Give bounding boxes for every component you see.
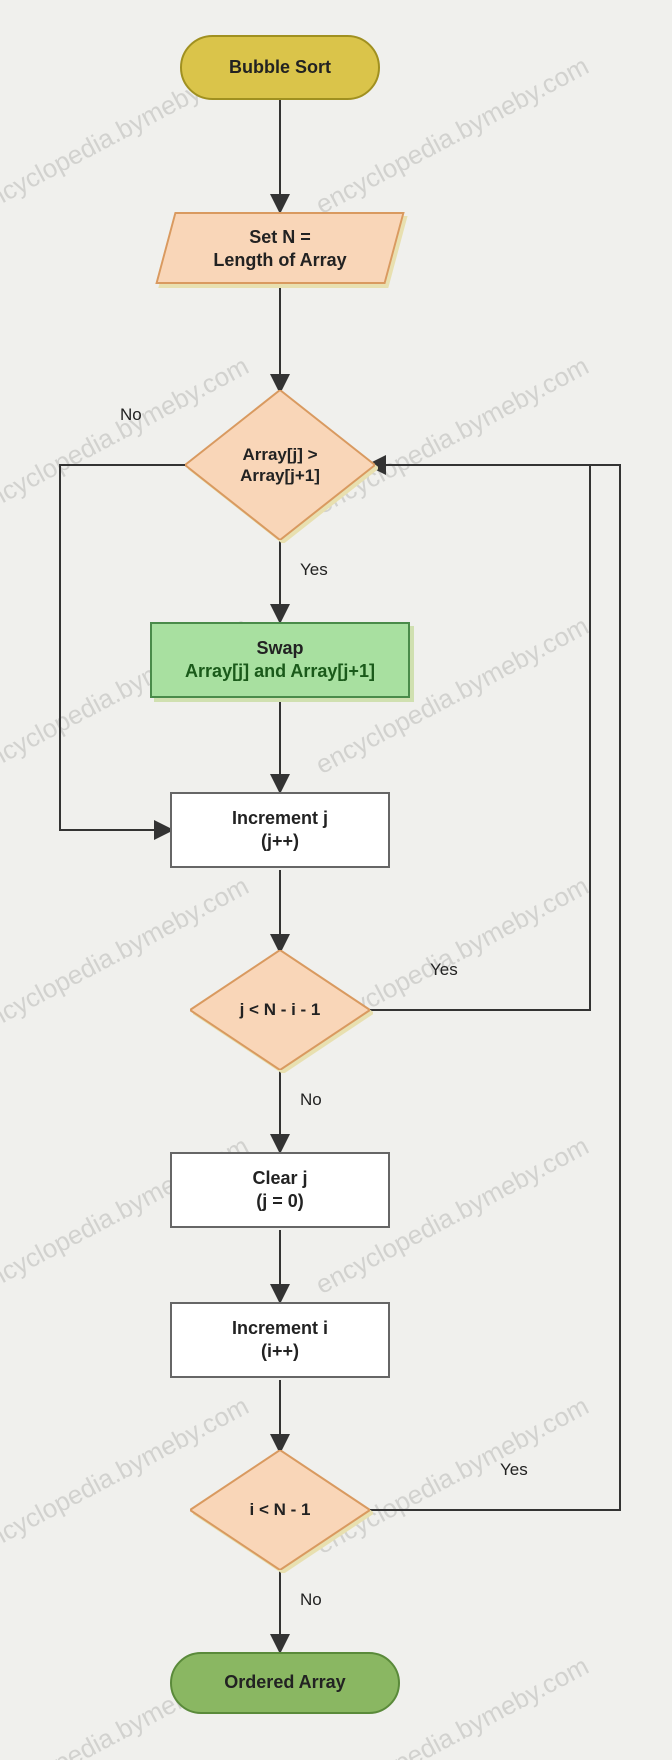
decision-compare: Array[j] > Array[j+1] — [185, 390, 375, 540]
label-jcond-no: No — [300, 1090, 322, 1110]
end-terminator: Ordered Array — [170, 1652, 400, 1714]
inci-line2: (i++) — [261, 1340, 299, 1363]
swap-line1: Swap — [256, 637, 303, 660]
label-icond-no: No — [300, 1590, 322, 1610]
setn-line2: Length of Array — [175, 249, 385, 272]
clearj-line1: Clear j — [252, 1167, 307, 1190]
icond-line1: i < N - 1 — [250, 1499, 311, 1520]
io-set-n: Set N = Length of Array — [165, 212, 395, 284]
compare-line1: Array[j] > — [242, 444, 317, 465]
incj-line1: Increment j — [232, 807, 328, 830]
setn-line1: Set N = — [175, 226, 385, 249]
inci-line1: Increment i — [232, 1317, 328, 1340]
incj-line2: (j++) — [261, 830, 299, 853]
process-increment-i: Increment i (i++) — [170, 1302, 390, 1378]
end-label: Ordered Array — [224, 1671, 345, 1694]
start-terminator: Bubble Sort — [180, 35, 380, 100]
decision-text: j < N - i - 1 — [190, 950, 370, 1070]
process-clear-j: Clear j (j = 0) — [170, 1152, 390, 1228]
decision-i-condition: i < N - 1 — [190, 1450, 370, 1570]
swap-line2: Array[j] and Array[j+1] — [185, 660, 375, 683]
label-compare-no: No — [120, 405, 142, 425]
label-compare-yes: Yes — [300, 560, 328, 580]
process-increment-j: Increment j (j++) — [170, 792, 390, 868]
jcond-line1: j < N - i - 1 — [240, 999, 321, 1020]
label-jcond-yes: Yes — [430, 960, 458, 980]
clearj-line2: (j = 0) — [256, 1190, 304, 1213]
decision-text: Array[j] > Array[j+1] — [185, 390, 375, 540]
compare-line2: Array[j+1] — [240, 465, 320, 486]
decision-j-condition: j < N - i - 1 — [190, 950, 370, 1070]
flowchart-canvas: encyclopedia.bymeby.com encyclopedia.bym… — [0, 0, 672, 1760]
label-icond-yes: Yes — [500, 1460, 528, 1480]
io-text: Set N = Length of Array — [165, 212, 395, 287]
decision-text: i < N - 1 — [190, 1450, 370, 1570]
subroutine-swap: Swap Array[j] and Array[j+1] — [150, 622, 410, 698]
start-label: Bubble Sort — [229, 56, 331, 79]
